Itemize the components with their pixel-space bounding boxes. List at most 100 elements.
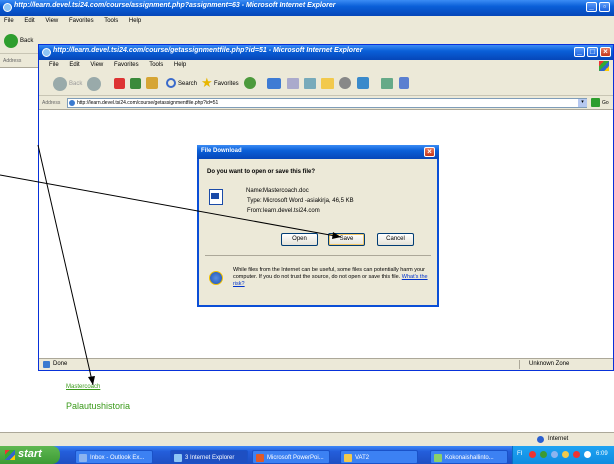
back-arrow-icon[interactable] — [53, 77, 67, 91]
security-warning-text: While files from the Internet can be use… — [233, 267, 425, 280]
folder-icon[interactable] — [321, 78, 334, 89]
favorites-star-icon[interactable]: ★ — [201, 75, 213, 91]
cancel-button[interactable]: Cancel — [377, 233, 414, 246]
tray-icon[interactable] — [529, 451, 536, 458]
dialog-close-button[interactable]: × — [424, 147, 435, 157]
front-toolbar: Back Search ★ Favorites — [39, 72, 613, 96]
address-dropdown-icon[interactable]: ▾ — [578, 99, 587, 107]
home-icon[interactable] — [146, 77, 158, 89]
front-window-title: http://learn.devel.tsi24.com/course/geta… — [53, 47, 363, 54]
dialog-separator — [205, 255, 431, 256]
tray-icon[interactable] — [551, 451, 558, 458]
tray-icon[interactable] — [562, 451, 569, 458]
go-arrow-icon[interactable] — [591, 98, 600, 107]
link-mastercoach[interactable]: Mastercoach — [66, 384, 100, 390]
save-button[interactable]: Save — [328, 233, 365, 246]
tray-icon[interactable] — [584, 451, 591, 458]
front-status-bar: Done Unknown Zone — [39, 358, 613, 370]
menu-file[interactable]: File — [49, 62, 59, 68]
menu-favorites[interactable]: Favorites — [114, 62, 139, 68]
ie-icon — [174, 454, 182, 462]
taskbar-item-powerpoint[interactable]: Microsoft PowerPoi... — [252, 450, 330, 464]
back-window-title-bar[interactable]: http://learn.devel.tsi24.com/course/assi… — [0, 0, 614, 16]
history-icon[interactable] — [244, 77, 256, 89]
menu-help[interactable]: Help — [174, 62, 186, 68]
front-window-title-bar[interactable]: http://learn.devel.tsi24.com/course/geta… — [39, 45, 613, 60]
go-label[interactable]: Go — [602, 100, 609, 106]
powerpoint-icon — [256, 454, 264, 462]
back-menu-bar: File Edit View Favorites Tools Help — [0, 16, 614, 28]
menu-help[interactable]: Help — [129, 18, 141, 24]
taskbar-item-kokonaishallinto[interactable]: Kokonaishallinto... — [430, 450, 508, 464]
dialog-title-bar[interactable]: File Download × — [197, 145, 439, 159]
menu-tools[interactable]: Tools — [149, 62, 163, 68]
research-icon[interactable] — [357, 77, 369, 89]
word-doc-glyph — [211, 193, 219, 199]
taskbar-item-vat2[interactable]: VAT2 — [340, 450, 418, 464]
done-icon — [43, 361, 50, 368]
back-status-zone: Internet — [548, 436, 569, 442]
refresh-icon[interactable] — [130, 78, 141, 89]
tray-icon[interactable] — [573, 451, 580, 458]
mail-icon[interactable] — [267, 78, 281, 89]
back-page-content: Mastercoach Palautushistoria — [38, 370, 614, 432]
maximize-button[interactable]: □ — [587, 47, 598, 57]
menu-tools[interactable]: Tools — [104, 18, 118, 24]
tray-fi-label: FI — [517, 451, 523, 457]
folder-icon — [344, 454, 352, 462]
minimize-button[interactable]: _ — [586, 2, 597, 12]
front-address-label: Address — [42, 100, 61, 106]
address-value: http://learn.devel.tsi24.com/course/geta… — [77, 100, 219, 106]
from-value: learn.devel.tsi24.com — [263, 208, 320, 214]
link-palautushistoria[interactable]: Palautushistoria — [66, 401, 130, 411]
edit-icon[interactable] — [304, 78, 316, 89]
minimize-button[interactable]: _ — [574, 47, 585, 57]
taskbar-clock[interactable]: 6:09 — [596, 451, 608, 457]
back-label[interactable]: Back — [20, 38, 33, 44]
back-address-label: Address — [3, 58, 22, 64]
bluetooth-icon[interactable] — [399, 77, 409, 89]
back-arrow-icon[interactable] — [4, 34, 18, 48]
globe-icon — [537, 436, 544, 443]
windows-flag-icon — [5, 450, 15, 460]
tray-icon[interactable] — [540, 451, 547, 458]
search-icon[interactable] — [166, 78, 176, 88]
back-window-title: http://learn.devel.tsi24.com/course/assi… — [14, 2, 336, 9]
start-label: start — [18, 448, 42, 460]
taskbar-item-internet-explorer[interactable]: 3 Internet Explorer — [170, 450, 248, 464]
type-label: Type: — [247, 198, 262, 204]
ie-icon — [42, 48, 51, 57]
status-done: Done — [53, 361, 68, 367]
app-icon — [434, 454, 442, 462]
menu-edit[interactable]: Edit — [69, 62, 79, 68]
file-download-dialog: File Download × Do you want to open or s… — [197, 145, 439, 307]
status-zone: Unknown Zone — [529, 361, 570, 367]
stop-icon[interactable] — [114, 78, 125, 89]
back-status-bar: Internet — [0, 432, 614, 446]
taskbar-item-outlook[interactable]: Inbox - Outlook Ex... — [75, 450, 153, 464]
restore-button[interactable]: ▫ — [599, 2, 610, 12]
menu-file[interactable]: File — [4, 18, 14, 24]
dialog-title: File Download — [201, 148, 242, 154]
search-label[interactable]: Search — [178, 81, 197, 87]
forward-arrow-icon[interactable] — [87, 77, 101, 91]
name-value: Mastercoach.doc — [263, 188, 309, 194]
from-label: From: — [247, 208, 263, 214]
outlook-icon — [79, 454, 87, 462]
menu-favorites[interactable]: Favorites — [69, 18, 94, 24]
windows-logo-icon — [599, 61, 609, 71]
messenger-icon[interactable] — [339, 77, 351, 89]
start-button[interactable]: start — [0, 446, 60, 464]
menu-view[interactable]: View — [90, 62, 103, 68]
name-label: Name: — [246, 188, 264, 194]
open-button[interactable]: Open — [281, 233, 318, 246]
front-address-bar: Address http://learn.devel.tsi24.com/cou… — [39, 96, 613, 110]
close-button[interactable]: × — [600, 47, 611, 57]
print-icon[interactable] — [287, 78, 299, 89]
address-input[interactable]: http://learn.devel.tsi24.com/course/geta… — [67, 98, 587, 108]
favorites-label[interactable]: Favorites — [214, 81, 239, 87]
back-label[interactable]: Back — [69, 81, 82, 87]
menu-edit[interactable]: Edit — [24, 18, 34, 24]
menu-view[interactable]: View — [45, 18, 58, 24]
discuss-icon[interactable] — [381, 78, 393, 89]
